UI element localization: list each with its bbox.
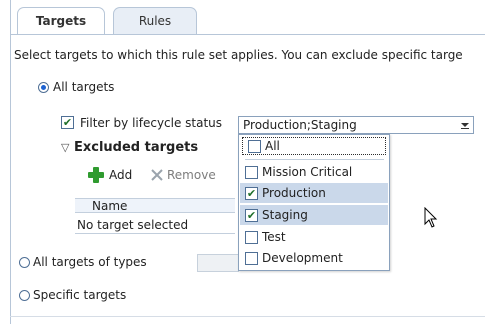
chevron-down-icon[interactable] bbox=[457, 117, 473, 133]
remove-button[interactable]: Remove bbox=[167, 168, 216, 182]
empty-table-message: No target selected bbox=[77, 218, 189, 232]
disclosure-triangle-icon[interactable]: ▽ bbox=[61, 141, 69, 154]
radio-specific-targets[interactable] bbox=[19, 290, 30, 301]
dropdown-option-test[interactable]: Test bbox=[240, 227, 388, 247]
excluded-table-row: No target selected bbox=[75, 216, 235, 234]
radio-specific-targets-label: Specific targets bbox=[33, 288, 127, 302]
description-text: Select targets to which this rule set ap… bbox=[14, 48, 463, 62]
tab-divider bbox=[10, 34, 485, 35]
remove-x-icon-svg bbox=[151, 169, 163, 181]
lifecycle-status-dropdown: All Mission Critical ✔ Production ✔ Stag… bbox=[238, 134, 390, 271]
bottom-divider bbox=[10, 316, 485, 317]
dropdown-checkbox-development[interactable] bbox=[245, 251, 258, 265]
dropdown-option-label: Development bbox=[262, 251, 343, 265]
mouse-cursor-icon bbox=[424, 206, 438, 229]
dropdown-option-production[interactable]: ✔ Production bbox=[240, 183, 388, 203]
dropdown-option-label: All bbox=[265, 139, 280, 153]
dropdown-option-development[interactable]: Development bbox=[240, 248, 388, 268]
excluded-table-header: Name bbox=[75, 198, 235, 213]
dropdown-option-label: Staging bbox=[262, 208, 308, 222]
dropdown-checkbox-all[interactable] bbox=[248, 139, 261, 153]
dropdown-option-all[interactable]: All bbox=[242, 137, 386, 155]
add-button[interactable]: Add bbox=[109, 168, 132, 182]
excluded-targets-heading: Excluded targets bbox=[74, 140, 199, 155]
left-border-rule bbox=[10, 0, 11, 324]
dropdown-checkbox-production[interactable]: ✔ bbox=[245, 186, 258, 200]
radio-all-targets[interactable] bbox=[38, 82, 49, 93]
plus-icon[interactable] bbox=[87, 166, 105, 184]
mouse-cursor-icon-svg bbox=[424, 206, 438, 228]
remove-x-icon[interactable] bbox=[150, 168, 164, 182]
tab-rules[interactable]: Rules bbox=[113, 7, 197, 34]
tab-targets[interactable]: Targets bbox=[17, 7, 105, 35]
dropdown-option-label: Production bbox=[262, 186, 326, 200]
radio-all-targets-of-types-label: All targets of types bbox=[33, 255, 147, 269]
dropdown-separator bbox=[245, 159, 384, 160]
dropdown-checkbox-staging[interactable]: ✔ bbox=[245, 208, 258, 222]
lifecycle-status-value: Production;Staging bbox=[243, 118, 357, 132]
dropdown-option-label: Mission Critical bbox=[262, 165, 353, 179]
plus-icon-svg bbox=[88, 167, 104, 183]
filter-lifecycle-checkbox[interactable]: ✔ bbox=[61, 116, 74, 129]
lifecycle-status-select[interactable]: Production;Staging bbox=[238, 116, 474, 134]
column-name: Name bbox=[92, 199, 128, 213]
dropdown-checkbox-test[interactable] bbox=[245, 230, 258, 244]
dropdown-checkbox-mission-critical[interactable] bbox=[245, 165, 258, 179]
dropdown-option-staging[interactable]: ✔ Staging bbox=[240, 205, 388, 225]
radio-all-targets-label: All targets bbox=[53, 80, 115, 94]
chevron-down-icon-svg bbox=[461, 123, 469, 129]
dropdown-option-mission-critical[interactable]: Mission Critical bbox=[240, 162, 388, 182]
dropdown-option-label: Test bbox=[262, 230, 286, 244]
filter-lifecycle-label: Filter by lifecycle status bbox=[80, 116, 223, 130]
target-types-input[interactable] bbox=[197, 254, 239, 272]
radio-all-targets-of-types[interactable] bbox=[19, 257, 30, 268]
